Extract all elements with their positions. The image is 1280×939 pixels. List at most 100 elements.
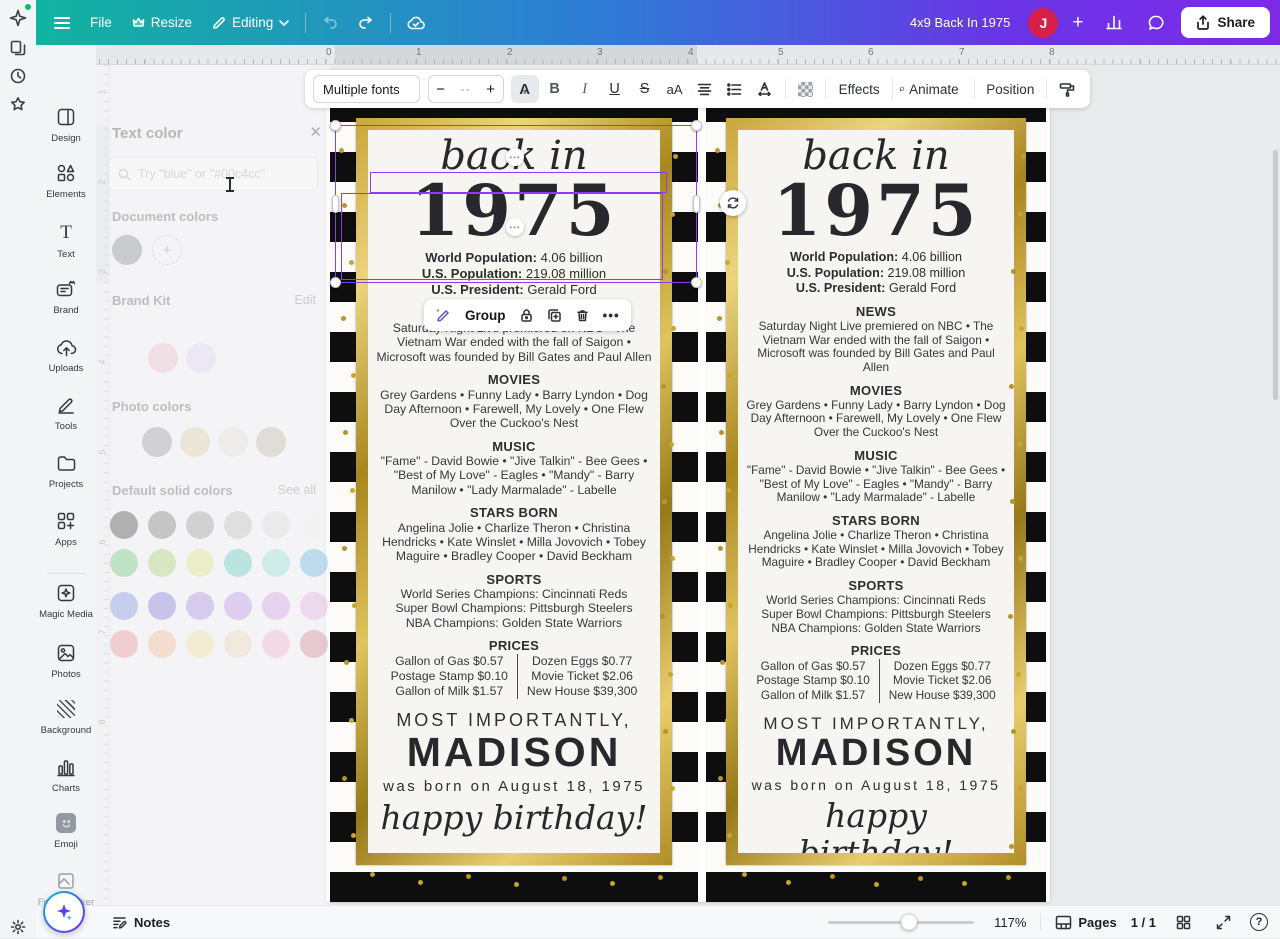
sidebar-item-background[interactable]: Background bbox=[36, 697, 96, 736]
poster-stats[interactable]: World Population: 4.06 billion U.S. Popu… bbox=[746, 250, 1006, 296]
color-swatch[interactable] bbox=[224, 630, 252, 658]
color-swatch[interactable] bbox=[110, 592, 138, 620]
sidebar-item-elements[interactable]: Elements bbox=[36, 161, 96, 200]
add-member-button[interactable]: + bbox=[1066, 12, 1089, 34]
position-button[interactable]: Position bbox=[981, 75, 1041, 103]
starred-button[interactable] bbox=[6, 92, 30, 116]
strikethrough-button[interactable]: S bbox=[631, 75, 659, 103]
color-swatch[interactable] bbox=[142, 427, 172, 457]
font-size-increase[interactable]: + bbox=[479, 81, 503, 98]
pages-button[interactable]: Pages bbox=[1055, 915, 1116, 930]
rotate-handle[interactable] bbox=[720, 190, 746, 216]
color-swatch[interactable] bbox=[186, 630, 214, 658]
delete-button[interactable] bbox=[573, 308, 592, 323]
color-swatch[interactable] bbox=[186, 511, 214, 539]
color-swatch[interactable] bbox=[262, 511, 290, 539]
poster-born-line[interactable]: was born on August 18, 1975 bbox=[376, 778, 652, 795]
redo-button[interactable] bbox=[348, 10, 384, 36]
poster-section-music[interactable]: MUSIC"Fame" - David Bowie • "Jive Talkin… bbox=[376, 439, 652, 498]
poster-section-prices[interactable]: PRICES Gallon of Gas $0.57 Postage Stamp… bbox=[376, 638, 652, 699]
element-center-handle[interactable]: ••• bbox=[506, 218, 524, 236]
color-swatch[interactable] bbox=[300, 511, 328, 539]
cloud-save-status[interactable] bbox=[397, 10, 435, 36]
color-swatch[interactable] bbox=[110, 630, 138, 658]
color-swatch[interactable] bbox=[186, 592, 214, 620]
resize-handle-top-left[interactable] bbox=[330, 120, 341, 131]
color-swatch[interactable] bbox=[110, 511, 138, 539]
color-swatch[interactable] bbox=[262, 549, 290, 577]
font-family-selector[interactable]: Multiple fonts bbox=[313, 75, 420, 103]
color-search-input[interactable]: Try "blue" or "#00c4cc" bbox=[108, 157, 318, 191]
color-swatch[interactable] bbox=[180, 427, 210, 457]
recent-button[interactable] bbox=[6, 64, 30, 88]
resize-handle-bottom-right[interactable] bbox=[691, 277, 702, 288]
color-swatch[interactable] bbox=[148, 630, 176, 658]
resize-handle-bottom-left[interactable] bbox=[330, 277, 341, 288]
color-swatch[interactable] bbox=[110, 549, 138, 577]
color-swatch[interactable] bbox=[262, 592, 290, 620]
color-swatch[interactable] bbox=[224, 511, 252, 539]
color-swatch[interactable] bbox=[224, 549, 252, 577]
add-color-button[interactable]: + bbox=[152, 235, 182, 265]
sidebar-item-brand[interactable]: Brand bbox=[36, 277, 96, 316]
poster-section-sports[interactable]: SPORTS World Series Champions: Cincinnat… bbox=[746, 578, 1006, 635]
color-swatch[interactable] bbox=[218, 427, 248, 457]
color-swatch[interactable] bbox=[148, 343, 178, 373]
resize-handle-left[interactable] bbox=[332, 195, 339, 213]
list-button[interactable] bbox=[721, 75, 749, 103]
poster-section-sports[interactable]: SPORTS World Series Champions: Cincinnat… bbox=[376, 572, 652, 631]
color-swatch[interactable] bbox=[186, 343, 216, 373]
bold-button[interactable]: B bbox=[541, 75, 569, 103]
text-color-button[interactable]: A bbox=[511, 75, 539, 103]
design-page[interactable]: back in 1975 World Population: 4.06 bill… bbox=[326, 92, 1050, 902]
sidebar-item-text[interactable]: T Text bbox=[36, 221, 96, 260]
templates-button[interactable] bbox=[6, 36, 30, 60]
more-options-button[interactable]: ••• bbox=[601, 308, 622, 323]
canva-logo-button[interactable] bbox=[6, 6, 30, 30]
fullscreen-button[interactable] bbox=[1210, 907, 1236, 937]
notes-button[interactable]: Notes bbox=[112, 915, 170, 930]
animate-button[interactable]: Animate bbox=[899, 75, 968, 103]
lock-button[interactable] bbox=[517, 308, 536, 323]
resize-handle-top-right[interactable] bbox=[691, 120, 702, 131]
brand-kit-edit-link[interactable]: Edit bbox=[294, 293, 316, 307]
panel-close-button[interactable]: ✕ bbox=[309, 123, 322, 141]
color-swatch[interactable] bbox=[112, 235, 142, 265]
italic-button[interactable]: I bbox=[571, 75, 599, 103]
font-size-value[interactable]: -- bbox=[453, 82, 479, 96]
color-swatch[interactable] bbox=[224, 592, 252, 620]
color-swatch[interactable] bbox=[148, 592, 176, 620]
color-swatch[interactable] bbox=[148, 549, 176, 577]
menu-button[interactable] bbox=[44, 16, 80, 30]
sidebar-item-design[interactable]: Design bbox=[36, 105, 96, 144]
zoom-slider-knob[interactable] bbox=[900, 914, 917, 931]
sidebar-item-emoji[interactable]: Emoji bbox=[36, 811, 96, 850]
color-swatch[interactable] bbox=[256, 427, 286, 457]
color-swatch[interactable] bbox=[148, 511, 176, 539]
sidebar-item-apps[interactable]: Apps bbox=[36, 509, 96, 548]
poster-stats[interactable]: World Population: 4.06 billion U.S. Popu… bbox=[376, 250, 652, 298]
alignment-button[interactable] bbox=[691, 75, 719, 103]
settings-button[interactable] bbox=[6, 915, 30, 939]
element-center-handle[interactable]: ••• bbox=[506, 148, 524, 166]
magic-assistant-button[interactable] bbox=[43, 891, 85, 933]
poster-section-stars[interactable]: STARS BORNAngelina Jolie • Charlize Ther… bbox=[376, 505, 652, 564]
avatar[interactable]: J bbox=[1028, 8, 1058, 38]
document-title[interactable]: 4x9 Back In 1975 bbox=[910, 15, 1010, 30]
sidebar-item-tools[interactable]: Tools bbox=[36, 393, 96, 432]
file-menu[interactable]: File bbox=[80, 9, 122, 36]
sidebar-item-uploads[interactable]: Uploads bbox=[36, 335, 96, 374]
see-all-link[interactable]: See all bbox=[278, 483, 316, 497]
underline-button[interactable]: U bbox=[601, 75, 629, 103]
poster-section-stars[interactable]: STARS BORNAngelina Jolie • Charlize Ther… bbox=[746, 513, 1006, 570]
style-copy-button[interactable] bbox=[1053, 75, 1081, 103]
poster-section-music[interactable]: MUSIC"Fame" - David Bowie • "Jive Talkin… bbox=[746, 448, 1006, 505]
poster-name[interactable]: MADISON bbox=[376, 731, 652, 774]
poster-title-year[interactable]: 1975 bbox=[746, 179, 1006, 243]
sidebar-item-charts[interactable]: Charts bbox=[36, 755, 96, 794]
color-swatch[interactable] bbox=[300, 549, 328, 577]
color-swatch[interactable] bbox=[186, 549, 214, 577]
duplicate-button[interactable] bbox=[545, 308, 564, 323]
undo-button[interactable] bbox=[312, 10, 348, 36]
color-swatch[interactable] bbox=[300, 630, 328, 658]
